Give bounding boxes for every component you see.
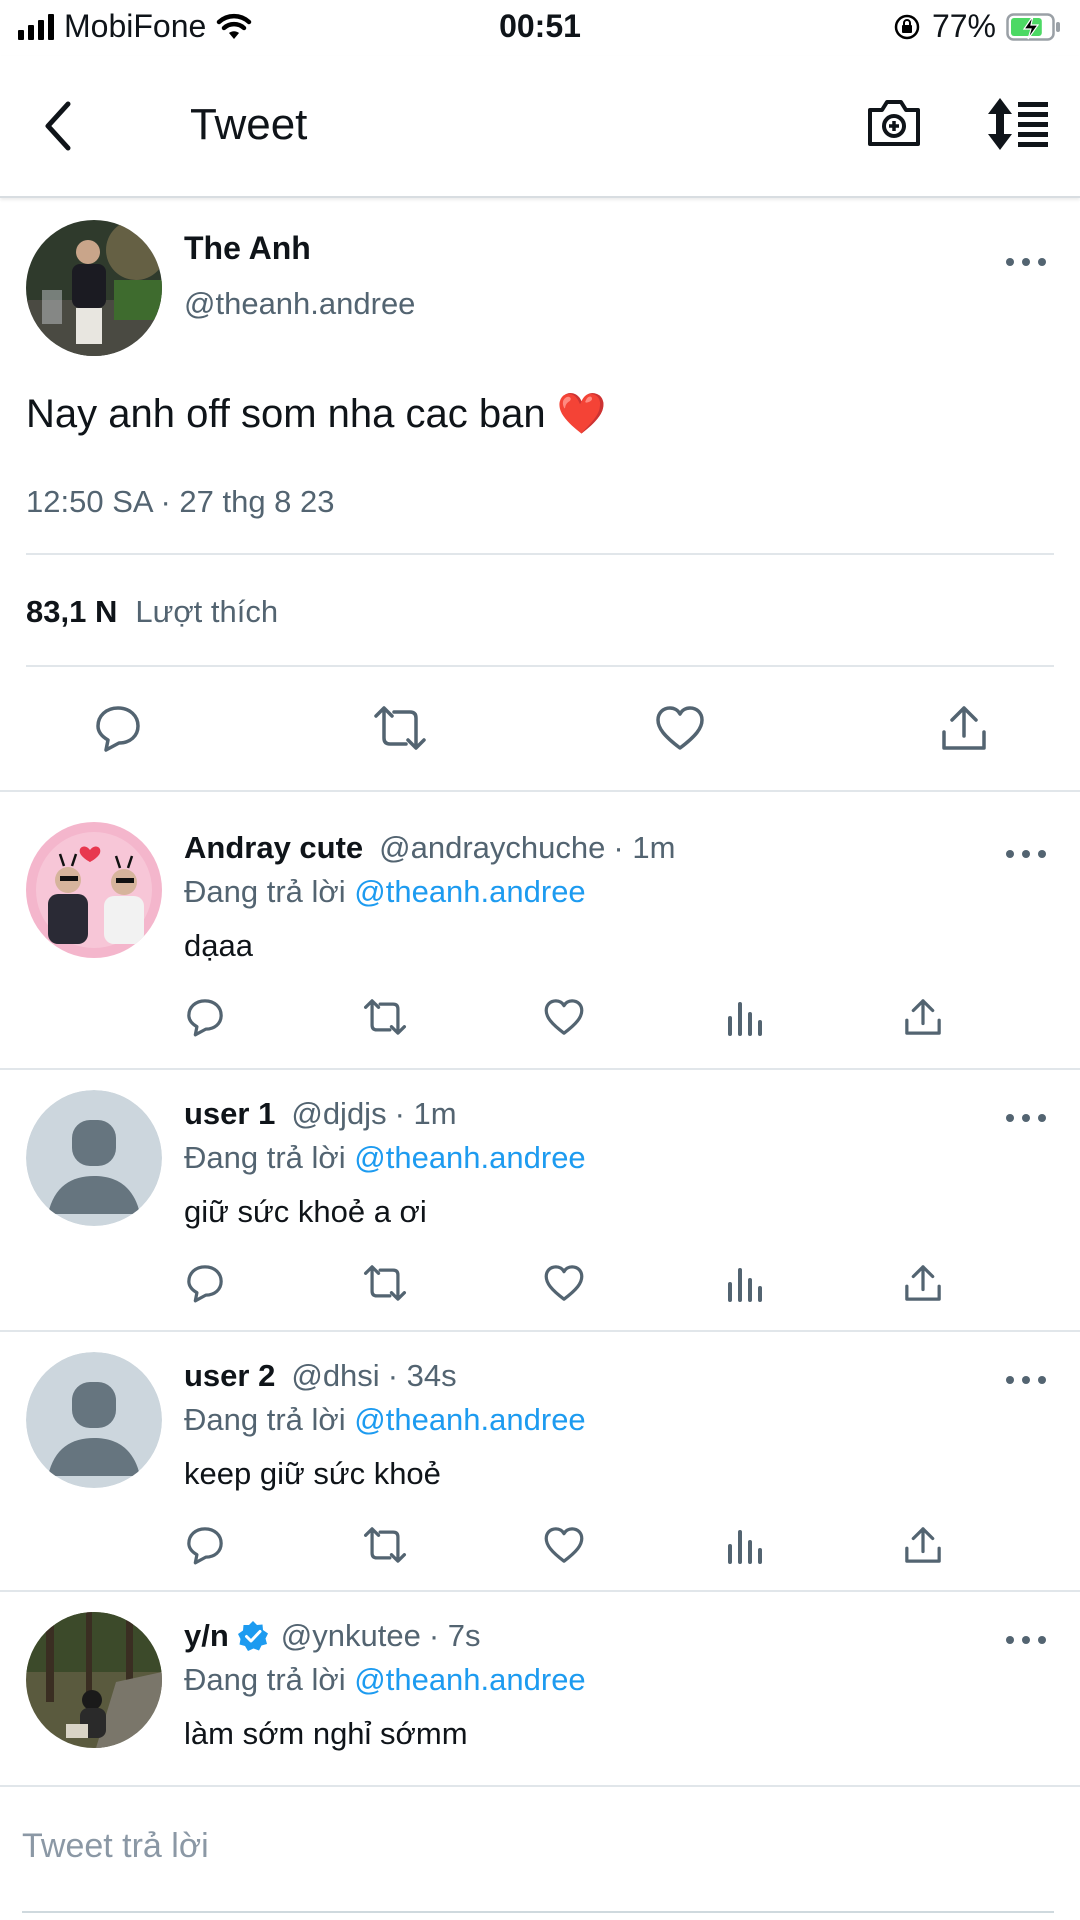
- battery-charging-icon: [1006, 12, 1060, 41]
- replying-to: Đang trả lời @theanh.andree: [184, 1140, 586, 1176]
- likes-count: 83,1 N: [26, 594, 118, 629]
- share-icon[interactable]: [902, 1262, 944, 1304]
- reply-icon[interactable]: [184, 1524, 226, 1566]
- replying-to-label: Đang trả lời: [184, 1140, 346, 1175]
- more-options-icon[interactable]: [1006, 258, 1046, 270]
- more-options-icon[interactable]: [1006, 1376, 1046, 1388]
- tweet-body: Nay anh off som nha cac ban: [26, 392, 546, 436]
- replying-to-link[interactable]: @theanh.andree: [354, 1140, 585, 1175]
- reply-text: giữ sức khoẻ a ơi: [184, 1194, 427, 1229]
- retweet-icon[interactable]: [372, 702, 426, 754]
- like-icon[interactable]: [543, 996, 585, 1038]
- reply-author-name[interactable]: user 1: [184, 1096, 275, 1132]
- reply-icon[interactable]: [92, 702, 144, 754]
- more-options-icon[interactable]: [1006, 1114, 1046, 1126]
- author-name[interactable]: The Anh: [184, 230, 311, 267]
- reply-item[interactable]: user 1 @djdjs · 1m Đang trả lời @theanh.…: [0, 1070, 1080, 1332]
- reply-header: y/n @ynkutee · 7s: [184, 1618, 481, 1654]
- author-handle[interactable]: @theanh.andree: [184, 286, 415, 322]
- analytics-icon[interactable]: [724, 1262, 766, 1304]
- replying-to-label: Đang trả lời: [184, 874, 346, 909]
- share-icon[interactable]: [902, 1524, 944, 1566]
- reply-time: · 1m: [394, 1096, 457, 1131]
- more-options-icon[interactable]: [1006, 850, 1046, 862]
- main-tweet: The Anh @theanh.andree Nay anh off som n…: [0, 200, 1080, 792]
- status-bar: MobiFone 00:51 77%: [0, 0, 1080, 56]
- reply-item[interactable]: Andray cute @andraychuche · 1m Đang trả …: [0, 794, 1080, 1070]
- reply-time: · 34s: [387, 1358, 457, 1393]
- divider: [26, 553, 1054, 555]
- divider: [26, 665, 1054, 667]
- replying-to: Đang trả lời @theanh.andree: [184, 1402, 586, 1438]
- analytics-icon[interactable]: [724, 996, 766, 1038]
- camera-plus-icon[interactable]: [866, 96, 922, 150]
- reply-text: keep giữ sức khoẻ: [184, 1456, 441, 1491]
- reply-text: dạaa: [184, 928, 253, 963]
- orientation-lock-icon: [894, 14, 920, 39]
- reply-time: · 1m: [613, 830, 676, 865]
- reply-author-name[interactable]: user 2: [184, 1358, 275, 1394]
- reply-header: user 1 @djdjs · 1m: [184, 1096, 457, 1132]
- avatar[interactable]: [26, 1612, 162, 1748]
- reply-author-name[interactable]: y/n: [184, 1618, 229, 1654]
- verified-badge-icon: [237, 1621, 268, 1651]
- replying-to: Đang trả lời @theanh.andree: [184, 874, 586, 910]
- back-chevron-icon[interactable]: [36, 96, 80, 156]
- like-icon[interactable]: [543, 1524, 585, 1566]
- default-avatar-icon[interactable]: [26, 1090, 162, 1226]
- reply-author-name[interactable]: Andray cute: [184, 830, 363, 866]
- tweet-timestamp: 12:50 SA · 27 thg 8 23: [26, 484, 335, 519]
- more-options-icon[interactable]: [1006, 1636, 1046, 1648]
- reply-composer[interactable]: Tweet trả lời: [0, 1785, 1080, 1920]
- avatar[interactable]: [26, 822, 162, 958]
- replying-to-link[interactable]: @theanh.andree: [354, 874, 585, 909]
- analytics-icon[interactable]: [724, 1524, 766, 1566]
- sort-icon[interactable]: [984, 96, 1050, 152]
- reply-header: Andray cute @andraychuche · 1m: [184, 830, 675, 866]
- battery-percent: 77%: [931, 8, 996, 44]
- likes-label: Lượt thích: [135, 594, 279, 629]
- reply-author-handle[interactable]: @andraychuche: [379, 830, 605, 866]
- reply-icon[interactable]: [184, 996, 226, 1038]
- retweet-icon[interactable]: [362, 996, 406, 1038]
- tweet-text: Nay anh off som nha cac ban ❤️: [26, 390, 607, 437]
- like-icon[interactable]: [543, 1262, 585, 1304]
- reply-author-handle[interactable]: @djdjs: [291, 1096, 386, 1132]
- default-avatar-icon[interactable]: [26, 1352, 162, 1488]
- replying-to-link[interactable]: @theanh.andree: [354, 1662, 585, 1697]
- replying-to-link[interactable]: @theanh.andree: [354, 1402, 585, 1437]
- share-icon[interactable]: [938, 702, 990, 754]
- composer-underline: [22, 1911, 1054, 1913]
- reply-icon[interactable]: [184, 1262, 226, 1304]
- nav-bar: Tweet: [0, 56, 1080, 198]
- replying-to-label: Đang trả lời: [184, 1402, 346, 1437]
- avatar[interactable]: [26, 220, 162, 356]
- likes-stat[interactable]: 83,1 N Lượt thích: [26, 594, 278, 630]
- like-icon[interactable]: [654, 702, 706, 754]
- status-right: 77%: [892, 8, 1062, 45]
- reply-input-placeholder[interactable]: Tweet trả lời: [22, 1827, 209, 1866]
- page-title: Tweet: [190, 100, 308, 149]
- reply-author-handle[interactable]: @ynkutee: [281, 1618, 421, 1654]
- share-icon[interactable]: [902, 996, 944, 1038]
- reply-time: · 7s: [428, 1618, 481, 1653]
- heart-emoji: ❤️: [556, 392, 607, 436]
- retweet-icon[interactable]: [362, 1262, 406, 1304]
- reply-item[interactable]: user 2 @dhsi · 34s Đang trả lời @theanh.…: [0, 1332, 1080, 1592]
- reply-header: user 2 @dhsi · 34s: [184, 1358, 457, 1394]
- replying-to: Đang trả lời @theanh.andree: [184, 1662, 586, 1698]
- replying-to-label: Đang trả lời: [184, 1662, 346, 1697]
- reply-item[interactable]: y/n @ynkutee · 7s Đang trả lời @theanh.a…: [0, 1592, 1080, 1785]
- reply-author-handle[interactable]: @dhsi: [291, 1358, 379, 1394]
- reply-text: làm sớm nghỉ sớmm: [184, 1716, 468, 1751]
- retweet-icon[interactable]: [362, 1524, 406, 1566]
